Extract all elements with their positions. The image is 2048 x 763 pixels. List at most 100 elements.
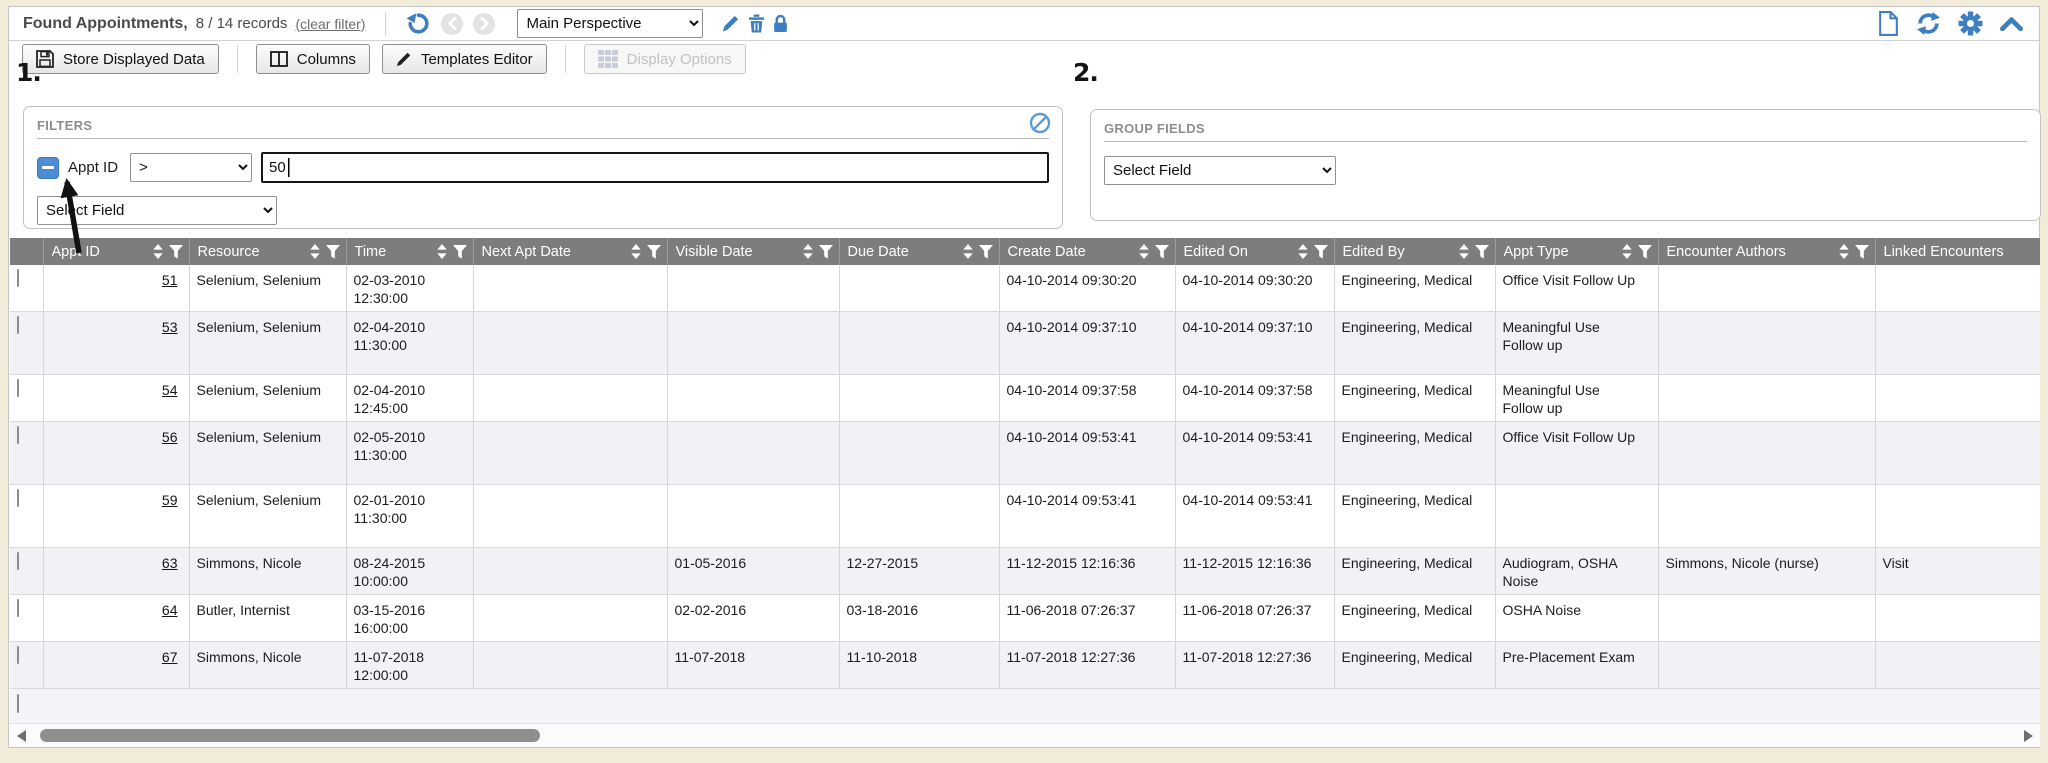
sort-icon[interactable] (1459, 244, 1469, 259)
cell-appt_type: Pre-Placement Exam (1495, 642, 1658, 689)
sort-icon[interactable] (803, 244, 813, 259)
cell-visible_date (667, 265, 839, 312)
column-header-resource[interactable]: Resource (189, 238, 346, 265)
new-document-icon[interactable] (1878, 11, 1899, 36)
cell-appt_type: Meaningful Use Follow up (1495, 375, 1658, 422)
remove-filter-button[interactable] (37, 157, 59, 179)
filter-icon[interactable] (453, 245, 467, 259)
appt-id-link[interactable]: 64 (162, 602, 178, 618)
table-row: 63Simmons, Nicole08-24-2015 10:00:0001-0… (10, 548, 2040, 595)
store-displayed-data-button[interactable]: Store Displayed Data (22, 44, 219, 74)
cell-next_apt_date (473, 485, 667, 548)
group-field-select[interactable]: Select Field (1104, 156, 1336, 185)
appt-id-link[interactable]: 63 (162, 555, 178, 571)
horizontal-scrollbar[interactable] (10, 723, 2040, 747)
sort-icon[interactable] (1139, 244, 1149, 259)
scroll-left-arrow[interactable] (17, 730, 26, 742)
next-perspective-button[interactable] (473, 13, 495, 35)
templates-editor-button[interactable]: Templates Editor (382, 44, 547, 74)
edit-perspective-icon[interactable] (721, 14, 740, 33)
sort-icon[interactable] (1839, 244, 1849, 259)
sort-icon[interactable] (437, 244, 447, 259)
display-options-button: Display Options (584, 44, 746, 74)
scroll-right-arrow[interactable] (2024, 730, 2033, 742)
cell-resource: Selenium, Selenium (189, 485, 346, 548)
sort-icon[interactable] (310, 244, 320, 259)
scrollbar-thumb[interactable] (40, 729, 540, 742)
clear-filter-link[interactable]: (clear filter) (295, 16, 365, 32)
cell-appt_type (1495, 485, 1658, 548)
column-header-appt_type[interactable]: Appt Type (1495, 238, 1658, 265)
row-checkbox[interactable] (17, 426, 19, 444)
row-checkbox[interactable] (17, 379, 19, 397)
filter-icon[interactable] (979, 245, 993, 259)
row-checkbox[interactable] (17, 489, 19, 507)
collapse-icon[interactable] (2000, 17, 2023, 31)
row-checkbox[interactable] (17, 599, 19, 617)
clear-filters-icon[interactable] (1029, 112, 1051, 134)
cell-select (10, 642, 43, 689)
filter-icon[interactable] (1314, 245, 1328, 259)
appt-id-link[interactable]: 54 (162, 382, 178, 398)
appt-id-link[interactable]: 59 (162, 492, 178, 508)
row-checkbox[interactable] (17, 316, 19, 334)
cell-visible_date: 01-05-2016 (667, 548, 839, 595)
row-checkbox[interactable] (17, 646, 19, 664)
undo-icon[interactable] (406, 11, 431, 36)
add-filter-field-select[interactable]: Select Field (37, 196, 277, 225)
sort-icon[interactable] (1298, 244, 1308, 259)
filter-icon[interactable] (169, 245, 183, 259)
filter-icon[interactable] (1855, 245, 1869, 259)
settings-icon[interactable] (1958, 11, 1983, 36)
table-row: 54Selenium, Selenium02-04-2010 12:45:000… (10, 375, 2040, 422)
sort-icon[interactable] (631, 244, 641, 259)
column-header-time[interactable]: Time (346, 238, 473, 265)
columns-button[interactable]: Columns (256, 44, 370, 74)
sort-icon[interactable] (963, 244, 973, 259)
filter-icon[interactable] (819, 245, 833, 259)
prev-perspective-button[interactable] (441, 13, 463, 35)
appt-id-link[interactable]: 56 (162, 429, 178, 445)
column-header-edited_on[interactable]: Edited On (1175, 238, 1334, 265)
cell-time: 08-24-2015 10:00:00 (346, 548, 473, 595)
cell-visible_date (667, 375, 839, 422)
cell-appt_type: Office Visit Follow Up (1495, 265, 1658, 312)
column-header-visible_date[interactable]: Visible Date (667, 238, 839, 265)
column-header-appt_id[interactable]: Appt ID (43, 238, 189, 265)
cell-create_date: 04-10-2014 09:37:58 (999, 375, 1175, 422)
cell-edited_by: Engineering, Medical (1334, 642, 1495, 689)
column-label: Create Date (1008, 244, 1086, 260)
row-checkbox[interactable] (17, 552, 19, 570)
filter-operator-select[interactable]: > (130, 153, 252, 182)
cell-resource: Selenium, Selenium (189, 265, 346, 312)
group-fields-panel: GROUP FIELDS Select Field (1090, 109, 2041, 221)
filter-icon[interactable] (1638, 245, 1652, 259)
appt-id-link[interactable]: 53 (162, 319, 178, 335)
refresh-icon[interactable] (1916, 11, 1941, 36)
column-header-next_apt_date[interactable]: Next Apt Date (473, 238, 667, 265)
appt-id-link[interactable]: 67 (162, 649, 178, 665)
cell-due_date (839, 265, 999, 312)
lock-perspective-icon[interactable] (773, 14, 788, 33)
delete-perspective-icon[interactable] (748, 14, 765, 33)
sort-icon[interactable] (1622, 244, 1632, 259)
column-header-due_date[interactable]: Due Date (839, 238, 999, 265)
select-all-header[interactable] (10, 238, 43, 265)
column-header-encounter_authors[interactable]: Encounter Authors (1658, 238, 1875, 265)
row-checkbox[interactable] (17, 694, 19, 713)
filter-icon[interactable] (326, 245, 340, 259)
filter-value-input[interactable] (261, 152, 1049, 183)
sort-icon[interactable] (153, 244, 163, 259)
table-row: 53Selenium, Selenium02-04-2010 11:30:000… (10, 312, 2040, 375)
row-checkbox[interactable] (17, 269, 19, 287)
filter-icon[interactable] (1155, 245, 1169, 259)
column-header-create_date[interactable]: Create Date (999, 238, 1175, 265)
column-header-linked_encounters[interactable]: Linked Encounters (1875, 238, 2040, 265)
filter-icon[interactable] (1475, 245, 1489, 259)
appt-id-link[interactable]: 51 (162, 272, 178, 288)
column-header-edited_by[interactable]: Edited By (1334, 238, 1495, 265)
cell-encounter_authors (1658, 422, 1875, 485)
cell-appt_id: 53 (43, 312, 189, 375)
filter-icon[interactable] (647, 245, 661, 259)
perspective-select[interactable]: Main Perspective (517, 9, 703, 38)
